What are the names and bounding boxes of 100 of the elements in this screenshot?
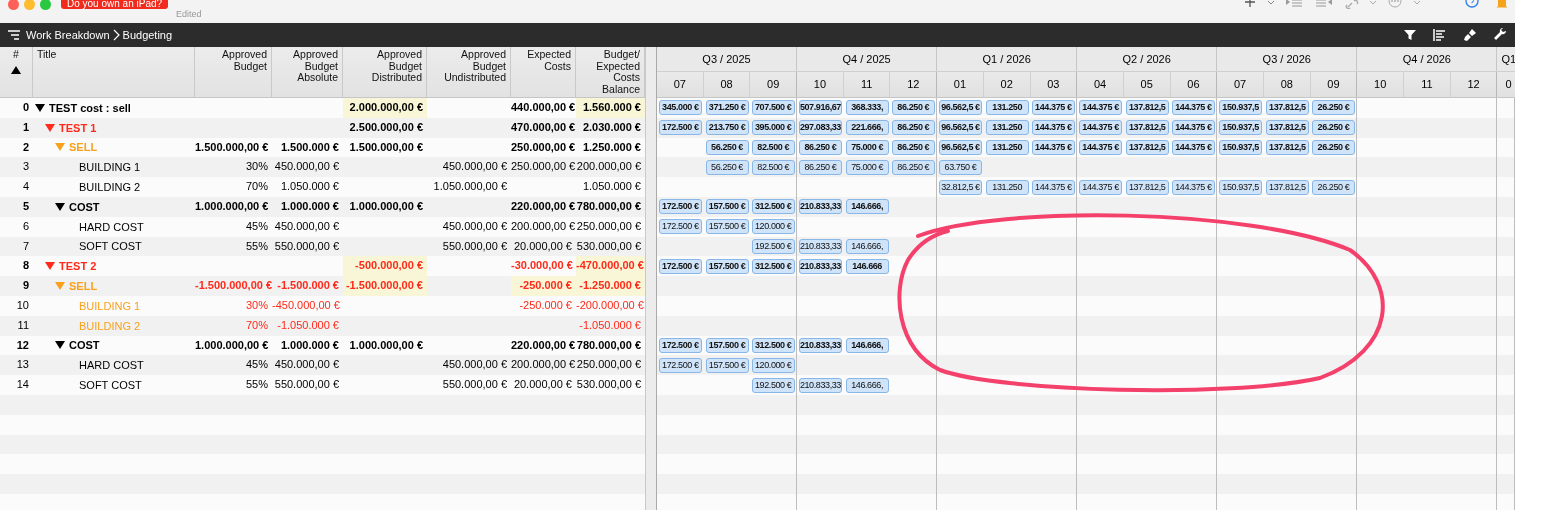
budget-bar[interactable]: 144.375 € [1171, 179, 1215, 195]
budget-bar[interactable]: 96.562,5 € [938, 100, 982, 116]
column-header[interactable]: Approved Budget Distributed [343, 47, 427, 97]
budget-bar[interactable]: 144.375 € [1079, 100, 1123, 116]
brush-icon[interactable] [1463, 28, 1477, 42]
budget-bar[interactable]: 395.000 € [751, 120, 795, 136]
breadcrumb-item[interactable]: Budgeting [122, 29, 173, 41]
chevron-down-icon[interactable] [1267, 0, 1275, 6]
budget-bar[interactable]: 150.937,5 [1219, 140, 1263, 155]
budget-bar[interactable]: 192.500 € [751, 238, 795, 254]
budget-bar[interactable]: 144.375 € [1171, 120, 1215, 136]
budget-bar[interactable]: 172.500 € [658, 258, 702, 274]
budget-bar[interactable]: 144.375 € [1031, 120, 1075, 136]
budget-bar[interactable]: 368.333, [845, 100, 889, 116]
budget-bar[interactable]: 146.666, [845, 199, 889, 215]
budget-bar[interactable]: 131.250 [985, 120, 1029, 136]
budget-bar[interactable]: 137.812,5 [1125, 100, 1169, 116]
budget-bar[interactable]: 312.500 € [751, 337, 795, 353]
column-header[interactable]: Approved Budget Absolute [272, 47, 343, 97]
budget-bar[interactable]: 144.375 € [1031, 179, 1075, 195]
chevron-down-icon[interactable] [1413, 0, 1421, 6]
close-window-button[interactable] [8, 0, 19, 10]
budget-bar[interactable]: 137.812,5 [1125, 120, 1169, 136]
budget-bar[interactable]: 131.250 [985, 100, 1029, 116]
budget-bar[interactable]: 707.500 € [751, 100, 795, 116]
budget-bar[interactable]: 157.500 € [705, 337, 749, 353]
hierarchy-icon[interactable] [7, 29, 21, 41]
budget-bar[interactable]: 86.250 € [891, 120, 935, 136]
budget-bar[interactable]: 131.250 [985, 140, 1029, 155]
plus-icon[interactable] [1243, 0, 1257, 9]
budget-bar[interactable]: 157.500 € [705, 357, 749, 373]
column-header[interactable]: Expected Costs [511, 47, 576, 97]
budget-bar[interactable]: 157.500 € [705, 258, 749, 274]
budget-bar[interactable]: 144.375 € [1031, 140, 1075, 155]
budget-bar[interactable]: 150.937,5 [1219, 120, 1263, 136]
budget-bar[interactable]: 172.500 € [658, 199, 702, 215]
budget-bar[interactable]: 345.000 € [658, 100, 702, 116]
budget-bar[interactable]: 137.812,5 [1265, 140, 1309, 155]
budget-bar[interactable]: 144.375 € [1031, 100, 1075, 116]
budget-bar[interactable]: 210.833,33 [798, 337, 842, 353]
budget-bar[interactable]: 86.250 € [891, 100, 935, 116]
budget-bar[interactable]: 86.250 € [891, 140, 935, 155]
budget-bar[interactable]: 82.500 € [751, 140, 795, 155]
budget-bar[interactable]: 172.500 € [658, 120, 702, 136]
budget-bar[interactable]: 82.500 € [751, 159, 795, 175]
column-header[interactable]: # [0, 47, 33, 97]
budget-bar[interactable]: 172.500 € [658, 357, 702, 373]
budget-bar[interactable]: 63.750 € [938, 159, 982, 175]
budget-bar[interactable]: 210.833,33 [798, 377, 842, 393]
budget-bar[interactable]: 172.500 € [658, 337, 702, 353]
budget-bar[interactable]: 56.250 € [705, 159, 749, 175]
disclosure-triangle-icon[interactable] [55, 341, 65, 350]
budget-bar[interactable]: 144.375 € [1171, 100, 1215, 116]
outdent-icon[interactable] [1315, 0, 1333, 9]
budget-bar[interactable]: 26.250 € [1311, 179, 1355, 195]
budget-bar[interactable]: 157.500 € [705, 219, 749, 235]
column-header[interactable]: Approved Budget [195, 47, 272, 97]
budget-bar[interactable]: 146.666, [845, 238, 889, 254]
budget-bar[interactable]: 137.812,5 [1125, 179, 1169, 195]
budget-bar[interactable]: 86.250 € [891, 159, 935, 175]
budget-bar[interactable]: 210.833,33 [798, 258, 842, 274]
budget-bar[interactable]: 75.000 € [845, 140, 889, 155]
budget-bar[interactable]: 131.250 [985, 179, 1029, 195]
gantt-icon[interactable] [1433, 28, 1447, 42]
budget-bar[interactable]: 150.937,5 [1219, 100, 1263, 116]
budget-bar[interactable]: 86.250 € [798, 140, 842, 155]
indent-icon[interactable] [1285, 0, 1303, 9]
budget-bar[interactable]: 137.812,5 [1265, 100, 1309, 116]
budget-bar[interactable]: 150.937,5 [1219, 179, 1263, 195]
budget-bar[interactable]: 210.833,33 [798, 199, 842, 215]
disclosure-triangle-icon[interactable] [55, 202, 65, 211]
funnel-icon[interactable] [1403, 28, 1417, 42]
budget-bar[interactable]: 26.250 € [1311, 100, 1355, 116]
budget-bar[interactable]: 144.375 € [1079, 179, 1123, 195]
budget-bar[interactable]: 56.250 € [705, 140, 749, 155]
budget-bar[interactable]: 371.250 € [705, 100, 749, 116]
disclosure-triangle-icon[interactable] [35, 103, 45, 112]
budget-bar[interactable]: 26.250 € [1311, 140, 1355, 155]
chevron-down-icon[interactable] [1369, 0, 1377, 6]
budget-bar[interactable]: 507.916,67 [798, 100, 842, 116]
budget-bar[interactable]: 312.500 € [751, 258, 795, 274]
budget-bar[interactable]: 96.562,5 € [938, 120, 982, 136]
column-header[interactable]: Approved Budget Undistributed [427, 47, 511, 97]
budget-bar[interactable]: 146.666 [845, 258, 889, 274]
budget-bar[interactable]: 210.833,33 [798, 238, 842, 254]
budget-bar[interactable]: 75.000 € [845, 159, 889, 175]
budget-bar[interactable]: 26.250 € [1311, 120, 1355, 136]
budget-bar[interactable]: 137.812,5 [1265, 120, 1309, 136]
budget-bar[interactable]: 137.812,5 [1265, 179, 1309, 195]
budget-bar[interactable]: 144.375 € [1079, 120, 1123, 136]
budget-bar[interactable]: 137.812,5 [1125, 140, 1169, 155]
budget-bar[interactable]: 86.250 € [798, 159, 842, 175]
budget-bar[interactable]: 192.500 € [751, 377, 795, 393]
budget-bar[interactable]: 144.375 € [1079, 140, 1123, 155]
budget-bar[interactable]: 172.500 € [658, 219, 702, 235]
splitter-bar[interactable] [645, 47, 657, 510]
budget-bar[interactable]: 213.750 € [705, 120, 749, 136]
column-header[interactable]: Title [33, 47, 195, 97]
budget-bar[interactable]: 32.812,5 € [938, 179, 982, 195]
wrench-icon[interactable] [1493, 28, 1507, 42]
